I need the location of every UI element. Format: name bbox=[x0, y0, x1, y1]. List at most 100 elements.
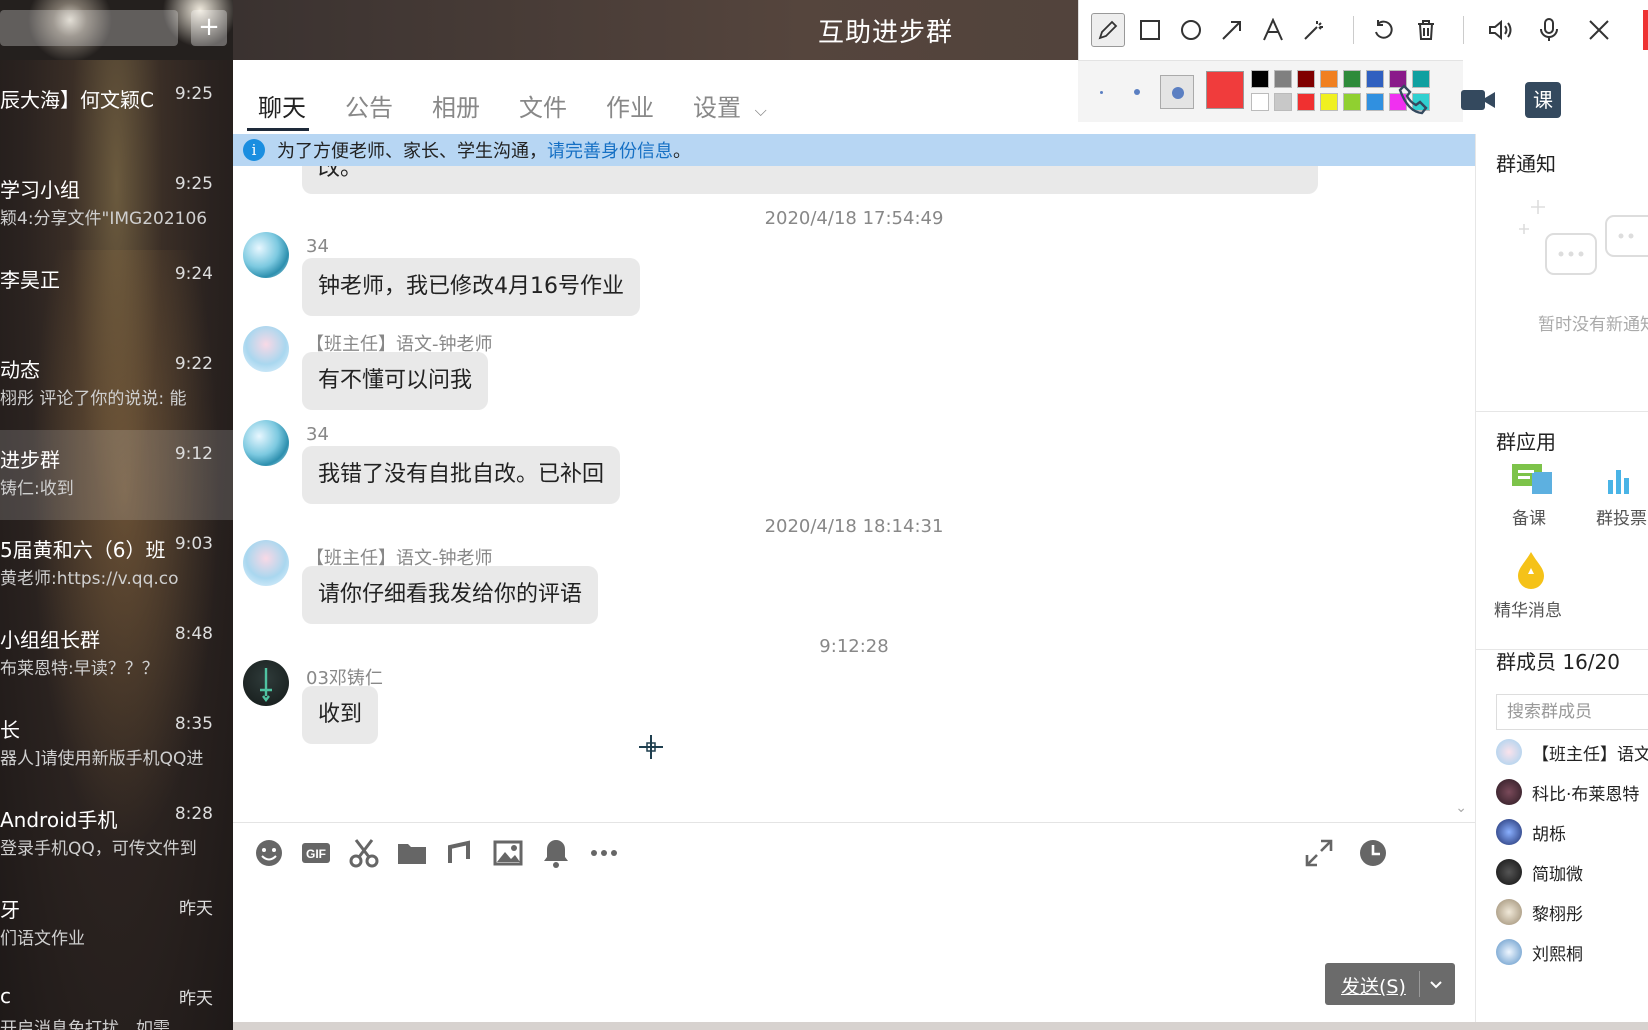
circle-icon[interactable] bbox=[1174, 13, 1208, 47]
message-bubble: 请你仔细看我发给你的评语 bbox=[302, 566, 599, 624]
close-icon[interactable] bbox=[1582, 13, 1616, 47]
brush-size-large[interactable] bbox=[1160, 75, 1194, 109]
rectangle-icon[interactable] bbox=[1133, 13, 1167, 47]
send-options-chevron-icon[interactable] bbox=[1429, 975, 1443, 997]
color-swatch[interactable] bbox=[1366, 93, 1384, 111]
class-button[interactable]: 课 bbox=[1525, 82, 1561, 118]
conversation-item-active[interactable]: 进步群 9:12 铸仁:收到 bbox=[0, 430, 233, 520]
brush-size-small[interactable] bbox=[1100, 91, 1103, 94]
conversation-name: 牙 bbox=[0, 898, 20, 922]
history-clock-icon[interactable] bbox=[1357, 837, 1389, 869]
scissors-icon[interactable] bbox=[348, 837, 380, 869]
conversation-item[interactable]: 牙 昨天 们语文作业 bbox=[0, 880, 233, 970]
prepare-lesson-icon bbox=[1512, 464, 1552, 494]
pen-icon[interactable] bbox=[1091, 13, 1125, 47]
avatar bbox=[1496, 859, 1522, 885]
conversation-name: Android手机 bbox=[0, 808, 118, 832]
conversation-item[interactable]: 动态 9:22 栩彤 评论了你的说说: 能 bbox=[0, 340, 233, 430]
arrow-icon[interactable] bbox=[1215, 13, 1249, 47]
record-indicator bbox=[1643, 10, 1648, 50]
conversation-time: 9:25 bbox=[174, 174, 213, 194]
sender-name: 34 bbox=[306, 236, 329, 257]
scroll-to-bottom-icon[interactable]: ⌄ bbox=[1455, 800, 1467, 816]
message-bubble: 改。 bbox=[302, 166, 1318, 194]
message-bubble: 我错了没有自批自改。已补回 bbox=[302, 446, 621, 504]
essence-flame-icon bbox=[1518, 552, 1544, 589]
color-swatch[interactable] bbox=[1251, 70, 1269, 88]
chat-message-list: 改。 2020/4/18 17:54:49 34 钟老师，我已修改4月16号作业… bbox=[233, 166, 1475, 822]
tab-homework[interactable]: 作业 bbox=[606, 88, 654, 123]
bar-chart-icon bbox=[1608, 470, 1629, 494]
annotation-toolbar bbox=[1078, 0, 1648, 60]
member-name: 简珈微 bbox=[1532, 864, 1583, 885]
color-swatch[interactable] bbox=[1297, 70, 1315, 88]
undo-icon[interactable] bbox=[1367, 13, 1401, 47]
avatar[interactable] bbox=[243, 326, 289, 372]
conversation-time: 9:25 bbox=[174, 84, 213, 104]
color-swatch[interactable] bbox=[1274, 93, 1292, 111]
conversation-time: 昨天 bbox=[179, 899, 213, 919]
color-swatch[interactable] bbox=[1297, 93, 1315, 111]
tab-album[interactable]: 相册 bbox=[432, 88, 480, 123]
avatar[interactable] bbox=[243, 660, 289, 706]
avatar bbox=[1496, 779, 1522, 805]
member-item[interactable]: 【班主任】语文-钟老师 bbox=[1496, 738, 1648, 766]
current-color-swatch bbox=[1206, 71, 1244, 109]
trash-icon[interactable] bbox=[1409, 13, 1443, 47]
member-item[interactable]: 黎栩彤 bbox=[1496, 898, 1583, 926]
text-icon[interactable] bbox=[1256, 13, 1290, 47]
brush-size-medium[interactable] bbox=[1134, 89, 1140, 95]
complete-identity-link[interactable]: 请完善身份信息 bbox=[547, 137, 673, 163]
app-essence-messages[interactable]: 精华消息 bbox=[1494, 550, 1576, 630]
group-apps-section: 群应用 备课 群投票 精华消息 bbox=[1476, 412, 1648, 650]
conversation-name: 李昊正 bbox=[0, 268, 60, 292]
more-icon[interactable] bbox=[588, 837, 620, 869]
video-call-icon[interactable] bbox=[1458, 82, 1498, 118]
gif-icon[interactable]: GIF bbox=[300, 837, 332, 869]
conversation-item[interactable]: 辰大海】何文颖C 9:25 bbox=[0, 70, 233, 160]
speaker-icon[interactable] bbox=[1483, 13, 1517, 47]
color-swatch[interactable] bbox=[1320, 70, 1338, 88]
color-swatch[interactable] bbox=[1251, 93, 1269, 111]
emoji-icon[interactable] bbox=[253, 837, 285, 869]
magic-wand-icon[interactable] bbox=[1297, 13, 1331, 47]
app-prepare-lesson[interactable]: 备课 bbox=[1496, 462, 1568, 532]
member-item[interactable]: 科比·布莱恩特 bbox=[1496, 778, 1639, 806]
tab-announcement[interactable]: 公告 bbox=[345, 88, 393, 123]
microphone-icon[interactable] bbox=[1532, 13, 1566, 47]
tab-active-underline bbox=[247, 128, 309, 131]
image-icon[interactable] bbox=[492, 837, 524, 869]
color-swatch[interactable] bbox=[1274, 70, 1292, 88]
app-group-vote[interactable]: 群投票 bbox=[1576, 462, 1648, 532]
conversation-search-input[interactable] bbox=[0, 10, 178, 46]
conversation-item[interactable]: 长 8:35 器人]请使用新版手机QQ进 bbox=[0, 700, 233, 790]
member-item[interactable]: 刘熙桐 bbox=[1496, 938, 1583, 966]
conversation-item[interactable]: Android手机 8:28 登录手机QQ，可传文件到 bbox=[0, 790, 233, 880]
conversation-item[interactable]: c 昨天 开启消息免打扰，如需 bbox=[0, 970, 233, 1030]
send-button[interactable]: 发送(S) bbox=[1325, 963, 1455, 1005]
avatar[interactable] bbox=[243, 232, 289, 278]
member-search-input[interactable]: 搜索群成员 bbox=[1496, 694, 1648, 730]
conversation-item[interactable]: 李昊正 9:24 bbox=[0, 250, 233, 340]
expand-icon[interactable] bbox=[1303, 837, 1335, 869]
color-swatch[interactable] bbox=[1343, 93, 1361, 111]
conversation-item[interactable]: 学习小组 9:25 颖4:分享文件"IMG202106 bbox=[0, 160, 233, 250]
tab-files[interactable]: 文件 bbox=[519, 88, 567, 123]
bell-icon[interactable] bbox=[540, 837, 572, 869]
member-item[interactable]: 胡栎 bbox=[1496, 818, 1566, 846]
folder-icon[interactable] bbox=[396, 837, 428, 869]
avatar[interactable] bbox=[243, 540, 289, 586]
color-swatch[interactable] bbox=[1366, 70, 1384, 88]
conversation-item[interactable]: 小组组长群 8:48 布莱恩特:早读？？？ bbox=[0, 610, 233, 700]
avatar[interactable] bbox=[243, 420, 289, 466]
voice-call-icon[interactable] bbox=[1396, 82, 1436, 118]
music-icon[interactable] bbox=[444, 837, 476, 869]
send-button-label: 发送(S) bbox=[1341, 976, 1406, 998]
conversation-item[interactable]: 5届黄和六（6）班 9:03 黄老师:https://v.qq.co bbox=[0, 520, 233, 610]
member-item[interactable]: 简珈微 bbox=[1496, 858, 1583, 886]
add-button[interactable]: + bbox=[191, 10, 227, 46]
color-swatch[interactable] bbox=[1320, 93, 1338, 111]
tab-chat[interactable]: 聊天 bbox=[258, 88, 306, 123]
tab-settings[interactable]: 设置 ⌵ bbox=[693, 88, 767, 123]
color-swatch[interactable] bbox=[1343, 70, 1361, 88]
